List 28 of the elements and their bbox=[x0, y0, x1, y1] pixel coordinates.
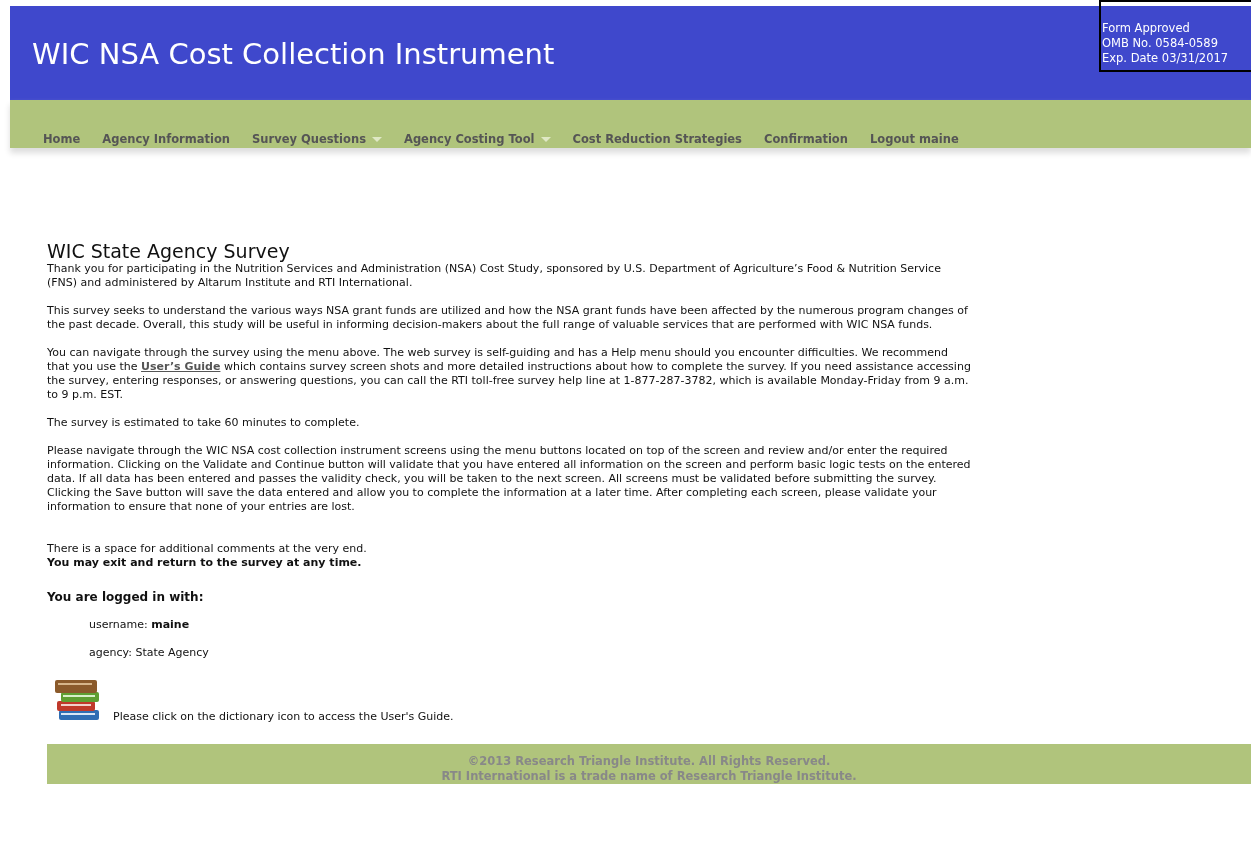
purpose-paragraph: This survey seeks to understand the various ways NSA grant funds are utilized and how the NSA grant funds have been affected by the numerous program changes of the past decade. Overall, this study will be useful in informing decision-makers about the full range of valuable services that are performed with WIC NSA funds. bbox=[47, 304, 969, 332]
footer-text: RTI International is a trade name of Research Triangle Institute. bbox=[441, 769, 857, 784]
approval-text: Exp. Date 03/31/2017 bbox=[1102, 51, 1230, 66]
duration-text: The survey is estimated to take 60 minutes to complete. bbox=[47, 416, 361, 430]
guide-hint: Please click on the dictionary icon to access the User's Guide. bbox=[113, 710, 454, 724]
menu-item[interactable]: Logout maine bbox=[869, 132, 959, 146]
username-text: username: maine bbox=[89, 618, 191, 632]
menu-item[interactable]: Home bbox=[43, 132, 81, 146]
menu-item[interactable]: Survey Questions bbox=[252, 132, 382, 146]
menu-item[interactable]: Confirmation bbox=[763, 132, 848, 146]
exit-note: You may exit and return to the survey at any time. bbox=[47, 556, 363, 570]
approval-text: Form Approved bbox=[1102, 21, 1191, 36]
footer-text: ©2013 Research Triangle Institute. All Rights Reserved. bbox=[467, 754, 831, 769]
intro-paragraph: Thank you for participating in the Nutrition Services and Administration (NSA) Cost Study, sponsored by U.S. Department of Agriculture’s Food & Nutrition Service (FNS) and administered by Altarum Institute and RTI International. bbox=[47, 262, 942, 290]
instructions-paragraph: Please navigate through the WIC NSA cost collection instrument screens using the menu buttons located on top of the screen and review and/or enter the required information. Clicking on the Validate and Continue button will validate that you have entered all information on the screen and perform basic logic tests on the entered data. If all data has been entered and passes the validity check, you will be taken to the next screen. All screens must be validated before submitting the survey. Clicking the Save button will save the data entered and allow you to complete the information at a later time. After completing each screen, please validate your information to ensure that none of your entries are lost. bbox=[47, 444, 972, 514]
users-guide-link[interactable]: User’s Guide bbox=[141, 360, 221, 373]
site-title: WIC NSA Cost Collection Instrument bbox=[32, 37, 555, 71]
navigation-paragraph: You can navigate through the survey using the menu above. The web survey is self-guiding and has a Help menu should you encounter difficulties. We recommend that you use the User’s Guide which contains survey screen shots and more detailed instructions about how to complete the survey. If you need assistance accessing the survey, entering responses, or answering questions, you can call the RTI toll-free survey help line at 1-877-287-3782, which is available Monday-Friday from 9 a.m. to 9 p.m. EST. bbox=[47, 346, 972, 402]
caret-icon bbox=[540, 136, 551, 142]
comments-text: There is a space for additional comments at the very end. bbox=[47, 542, 368, 556]
page-heading: WIC State Agency Survey bbox=[47, 240, 291, 262]
agency-text: agency: State Agency bbox=[89, 646, 210, 660]
menu-item[interactable]: Agency Information bbox=[102, 132, 231, 146]
menu-item[interactable]: Agency Costing Tool bbox=[404, 132, 551, 146]
menu-item[interactable]: Cost Reduction Strategies bbox=[572, 132, 742, 146]
caret-icon bbox=[372, 136, 382, 142]
approval-text: OMB No. 0584-0589 bbox=[1102, 36, 1219, 51]
login-heading: You are logged in with: bbox=[47, 590, 205, 604]
